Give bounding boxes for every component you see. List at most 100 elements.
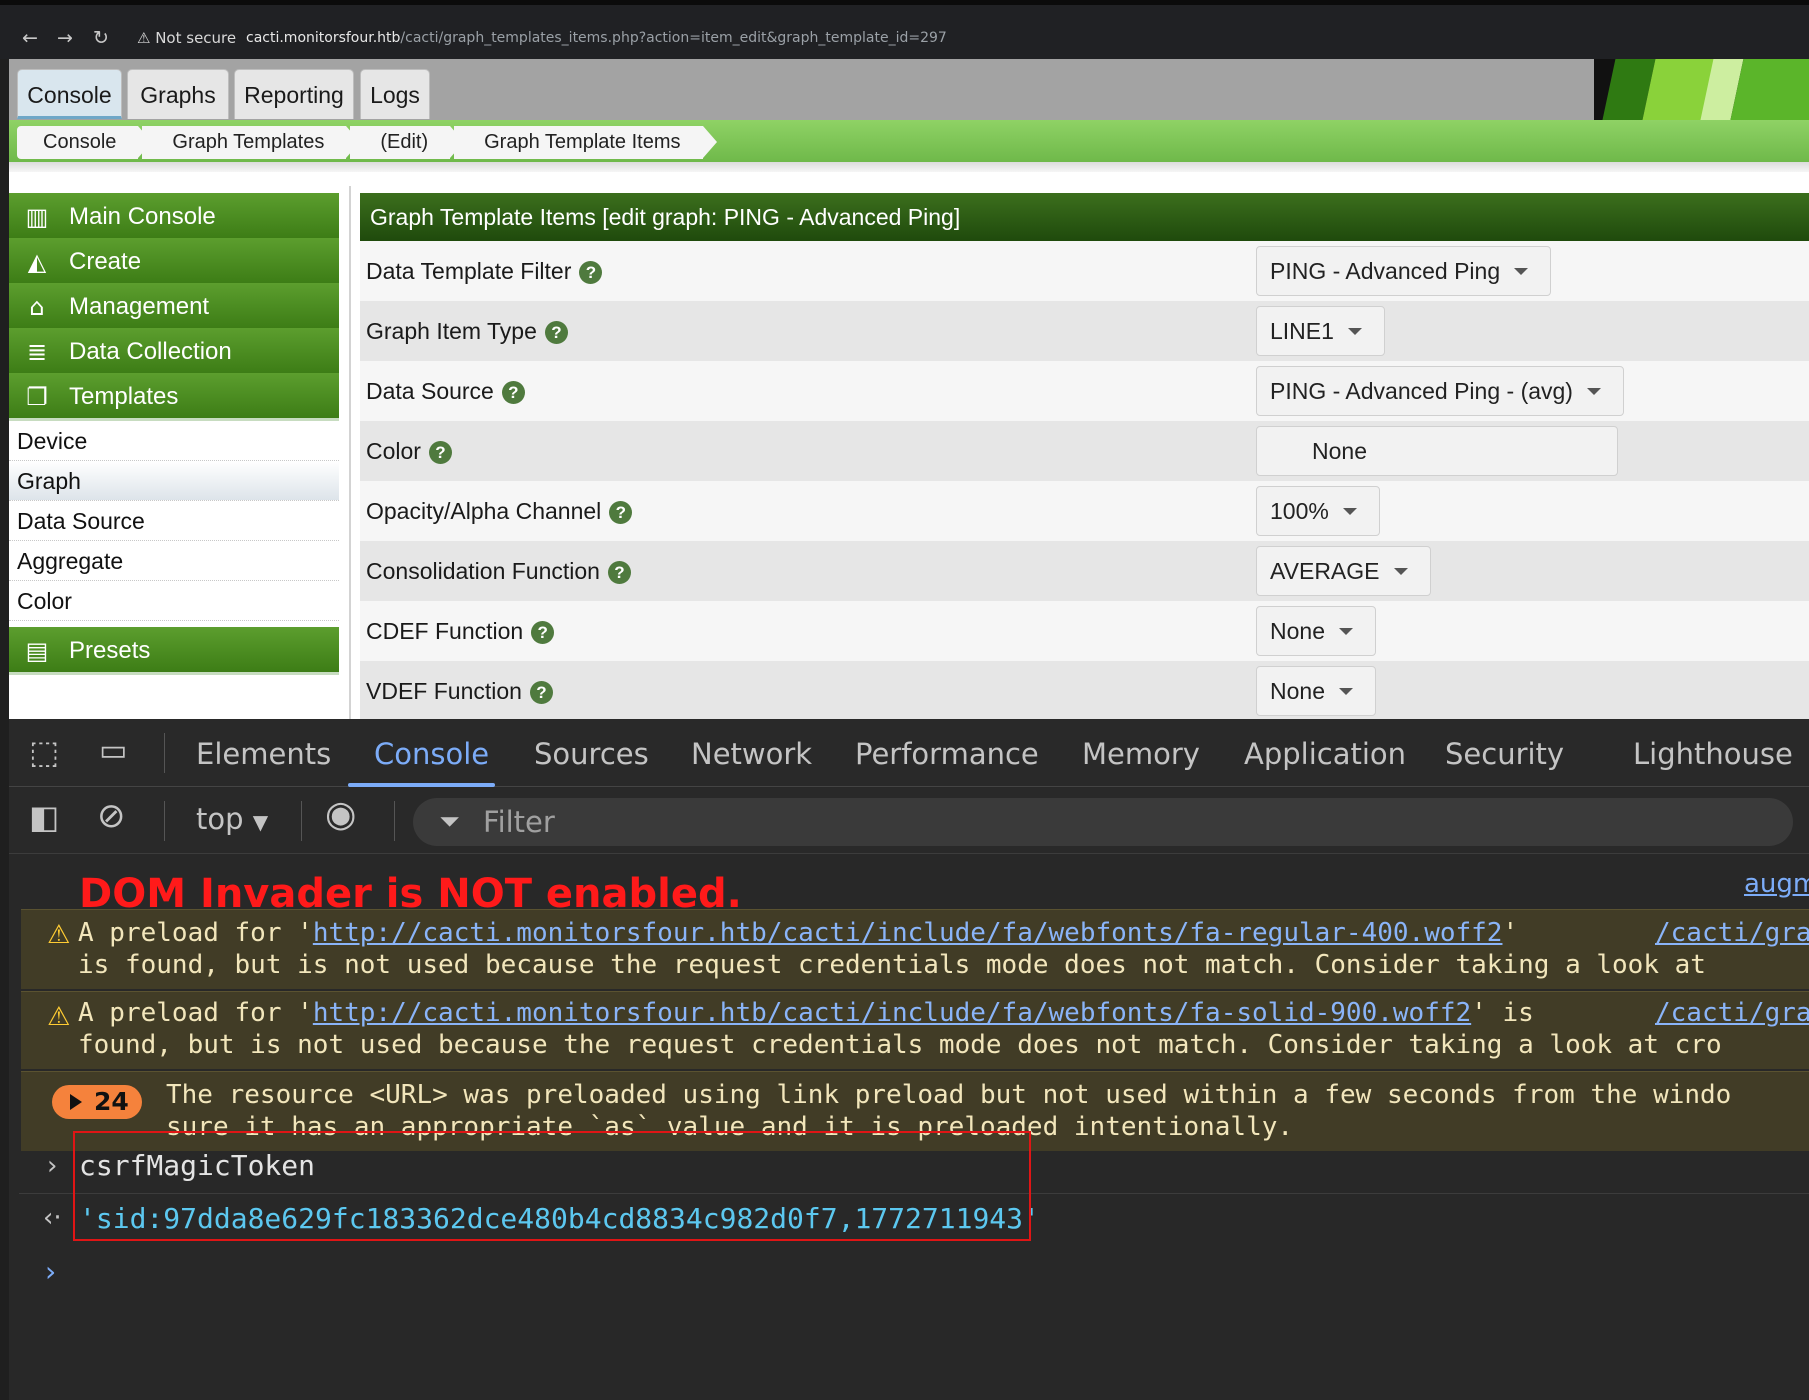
source-link[interactable]: /cacti/gra bbox=[1655, 918, 1809, 948]
address-bar[interactable]: cacti.monitorsfour.htb/cacti/graph_templ… bbox=[246, 30, 947, 46]
consolidation-function-select[interactable]: AVERAGE bbox=[1256, 546, 1431, 596]
select-value: PING - Advanced Ping bbox=[1270, 258, 1501, 284]
devtools-tab-lighthouse[interactable]: Lighthouse bbox=[1633, 737, 1793, 771]
nav-presets[interactable]: ▤ Presets bbox=[9, 627, 339, 675]
help-icon[interactable]: ? bbox=[609, 501, 633, 524]
breadcrumb-edit[interactable]: (Edit) bbox=[350, 126, 464, 159]
caret-down-icon bbox=[1586, 388, 1601, 395]
source-link[interactable]: /cacti/gra bbox=[1655, 998, 1809, 1028]
field-label: VDEF Function? bbox=[366, 661, 553, 719]
caret-down-icon bbox=[1338, 628, 1353, 635]
reload-button[interactable]: ↻ bbox=[93, 27, 109, 49]
sidebar-item-color[interactable]: Color bbox=[9, 581, 339, 621]
security-indicator[interactable]: ⚠ Not secure bbox=[137, 29, 236, 47]
console-filter-input[interactable]: ⏷ Filter bbox=[413, 798, 1793, 846]
devtools-tab-sources[interactable]: Sources bbox=[534, 737, 649, 771]
graph-item-type-select[interactable]: LINE1 bbox=[1256, 306, 1385, 356]
nav-main-console[interactable]: ▥ Main Console bbox=[9, 193, 339, 241]
devtools-tab-elements[interactable]: Elements bbox=[196, 737, 331, 771]
forward-button[interactable]: → bbox=[57, 27, 73, 49]
help-icon[interactable]: ? bbox=[579, 261, 603, 284]
opacity-select[interactable]: 100% bbox=[1256, 486, 1380, 536]
field-label: Data Template Filter? bbox=[366, 241, 603, 301]
input-chevron-icon: › bbox=[47, 1151, 58, 1181]
sidebar-item-aggregate[interactable]: Aggregate bbox=[9, 541, 339, 581]
help-icon[interactable]: ? bbox=[501, 381, 525, 404]
nav-label: Create bbox=[69, 248, 142, 275]
inspect-element-icon[interactable]: ⬚ bbox=[29, 733, 59, 771]
vdef-function-select[interactable]: None bbox=[1256, 666, 1376, 716]
select-value: None bbox=[1270, 618, 1325, 644]
select-value: 100% bbox=[1270, 498, 1329, 524]
context-selector[interactable]: top ▼ bbox=[196, 802, 268, 836]
header-shadow bbox=[9, 162, 1809, 172]
sidebar-item-data-source[interactable]: Data Source bbox=[9, 501, 339, 541]
resource-link[interactable]: http://cacti.monitorsfour.htb/cacti/incl… bbox=[313, 918, 1503, 948]
nav-data-collection[interactable]: ≣ Data Collection bbox=[9, 328, 339, 376]
data-source-select[interactable]: PING - Advanced Ping - (avg) bbox=[1256, 366, 1624, 416]
devtools-tab-application[interactable]: Application bbox=[1244, 737, 1406, 771]
help-icon[interactable]: ? bbox=[428, 441, 452, 464]
caret-down-icon bbox=[1338, 688, 1353, 695]
caret-down-icon: ▼ bbox=[252, 810, 269, 834]
badge-count: 24 bbox=[94, 1087, 129, 1116]
sidebar-toggle-icon[interactable]: ◧ bbox=[29, 798, 59, 836]
back-button[interactable]: ← bbox=[22, 27, 38, 49]
devtools-tab-memory[interactable]: Memory bbox=[1082, 737, 1200, 771]
warning-line: A preload for 'http://cacti.monitorsfour… bbox=[78, 998, 1534, 1028]
archive-icon: ▤ bbox=[25, 637, 49, 665]
cacti-page: Console Graphs Reporting Logs Console Gr… bbox=[9, 59, 1809, 719]
banner-source-link[interactable]: augm bbox=[1744, 869, 1809, 899]
breadcrumb-graph-templates[interactable]: Graph Templates bbox=[142, 126, 361, 159]
tab-logs[interactable]: Logs bbox=[360, 69, 430, 119]
caret-down-icon bbox=[1342, 508, 1357, 515]
warning-line: is found, but is not used because the re… bbox=[78, 950, 1706, 980]
console-prompt[interactable]: › bbox=[45, 1255, 56, 1288]
help-icon[interactable]: ? bbox=[531, 621, 555, 644]
field-label: Graph Item Type? bbox=[366, 301, 568, 361]
tab-reporting[interactable]: Reporting bbox=[234, 69, 354, 119]
nav-label: Presets bbox=[69, 637, 151, 664]
devtools-tab-network[interactable]: Network bbox=[691, 737, 812, 771]
breadcrumb-graph-template-items[interactable]: Graph Template Items bbox=[454, 126, 717, 159]
field-label: Data Source? bbox=[366, 361, 525, 421]
help-icon[interactable]: ? bbox=[607, 561, 631, 584]
nav-management[interactable]: ⌂ Management bbox=[9, 283, 339, 331]
repeat-count-badge[interactable]: 24 bbox=[52, 1085, 142, 1119]
sidebar-item-device[interactable]: Device bbox=[9, 421, 339, 461]
url-host: cacti.monitorsfour.htb bbox=[246, 30, 401, 46]
help-icon[interactable]: ? bbox=[529, 681, 553, 704]
output-chevron-icon: ‹· bbox=[43, 1203, 62, 1233]
warning-icon: ⚠ bbox=[47, 1002, 71, 1032]
nav-label: Management bbox=[69, 293, 210, 320]
tab-graphs[interactable]: Graphs bbox=[127, 69, 229, 119]
console-toolbar: ◧ ⊘ top ▼ ◉ ⏷ Filter bbox=[9, 788, 1809, 854]
nav-templates[interactable]: ❐ Templates bbox=[9, 373, 339, 421]
devtools-tab-security[interactable]: Security bbox=[1445, 737, 1564, 771]
breadcrumb-console[interactable]: Console bbox=[17, 126, 153, 159]
form-row: VDEF Function? None bbox=[360, 661, 1809, 719]
devtools-tab-console[interactable]: Console bbox=[374, 737, 489, 771]
warning-line: The resource <URL> was preloaded using l… bbox=[166, 1080, 1732, 1110]
data-template-filter-select[interactable]: PING - Advanced Ping bbox=[1256, 246, 1552, 296]
cacti-logo bbox=[1594, 59, 1809, 120]
nav-create[interactable]: ◭ Create bbox=[9, 238, 339, 286]
form-row: Data Template Filter? PING - Advanced Pi… bbox=[360, 241, 1809, 301]
breadcrumb: Console Graph Templates (Edit) Graph Tem… bbox=[17, 126, 717, 159]
divider bbox=[164, 733, 165, 773]
form-row: Color? None bbox=[360, 421, 1809, 481]
database-icon: ≣ bbox=[26, 338, 48, 366]
context-value: top bbox=[196, 802, 244, 836]
devtools-tab-performance[interactable]: Performance bbox=[855, 737, 1039, 771]
cdef-function-select[interactable]: None bbox=[1256, 606, 1376, 656]
caret-down-icon bbox=[1347, 328, 1362, 335]
help-icon[interactable]: ? bbox=[544, 321, 568, 344]
tab-console[interactable]: Console bbox=[17, 69, 122, 119]
color-picker[interactable]: None bbox=[1256, 426, 1618, 476]
eye-icon[interactable]: ◉ bbox=[325, 794, 356, 835]
device-toolbar-icon[interactable]: ▭ bbox=[99, 733, 127, 768]
sidebar-item-graph[interactable]: Graph bbox=[9, 461, 339, 501]
select-value: None bbox=[1270, 678, 1325, 704]
clear-console-icon[interactable]: ⊘ bbox=[97, 796, 126, 836]
resource-link[interactable]: http://cacti.monitorsfour.htb/cacti/incl… bbox=[313, 998, 1471, 1028]
